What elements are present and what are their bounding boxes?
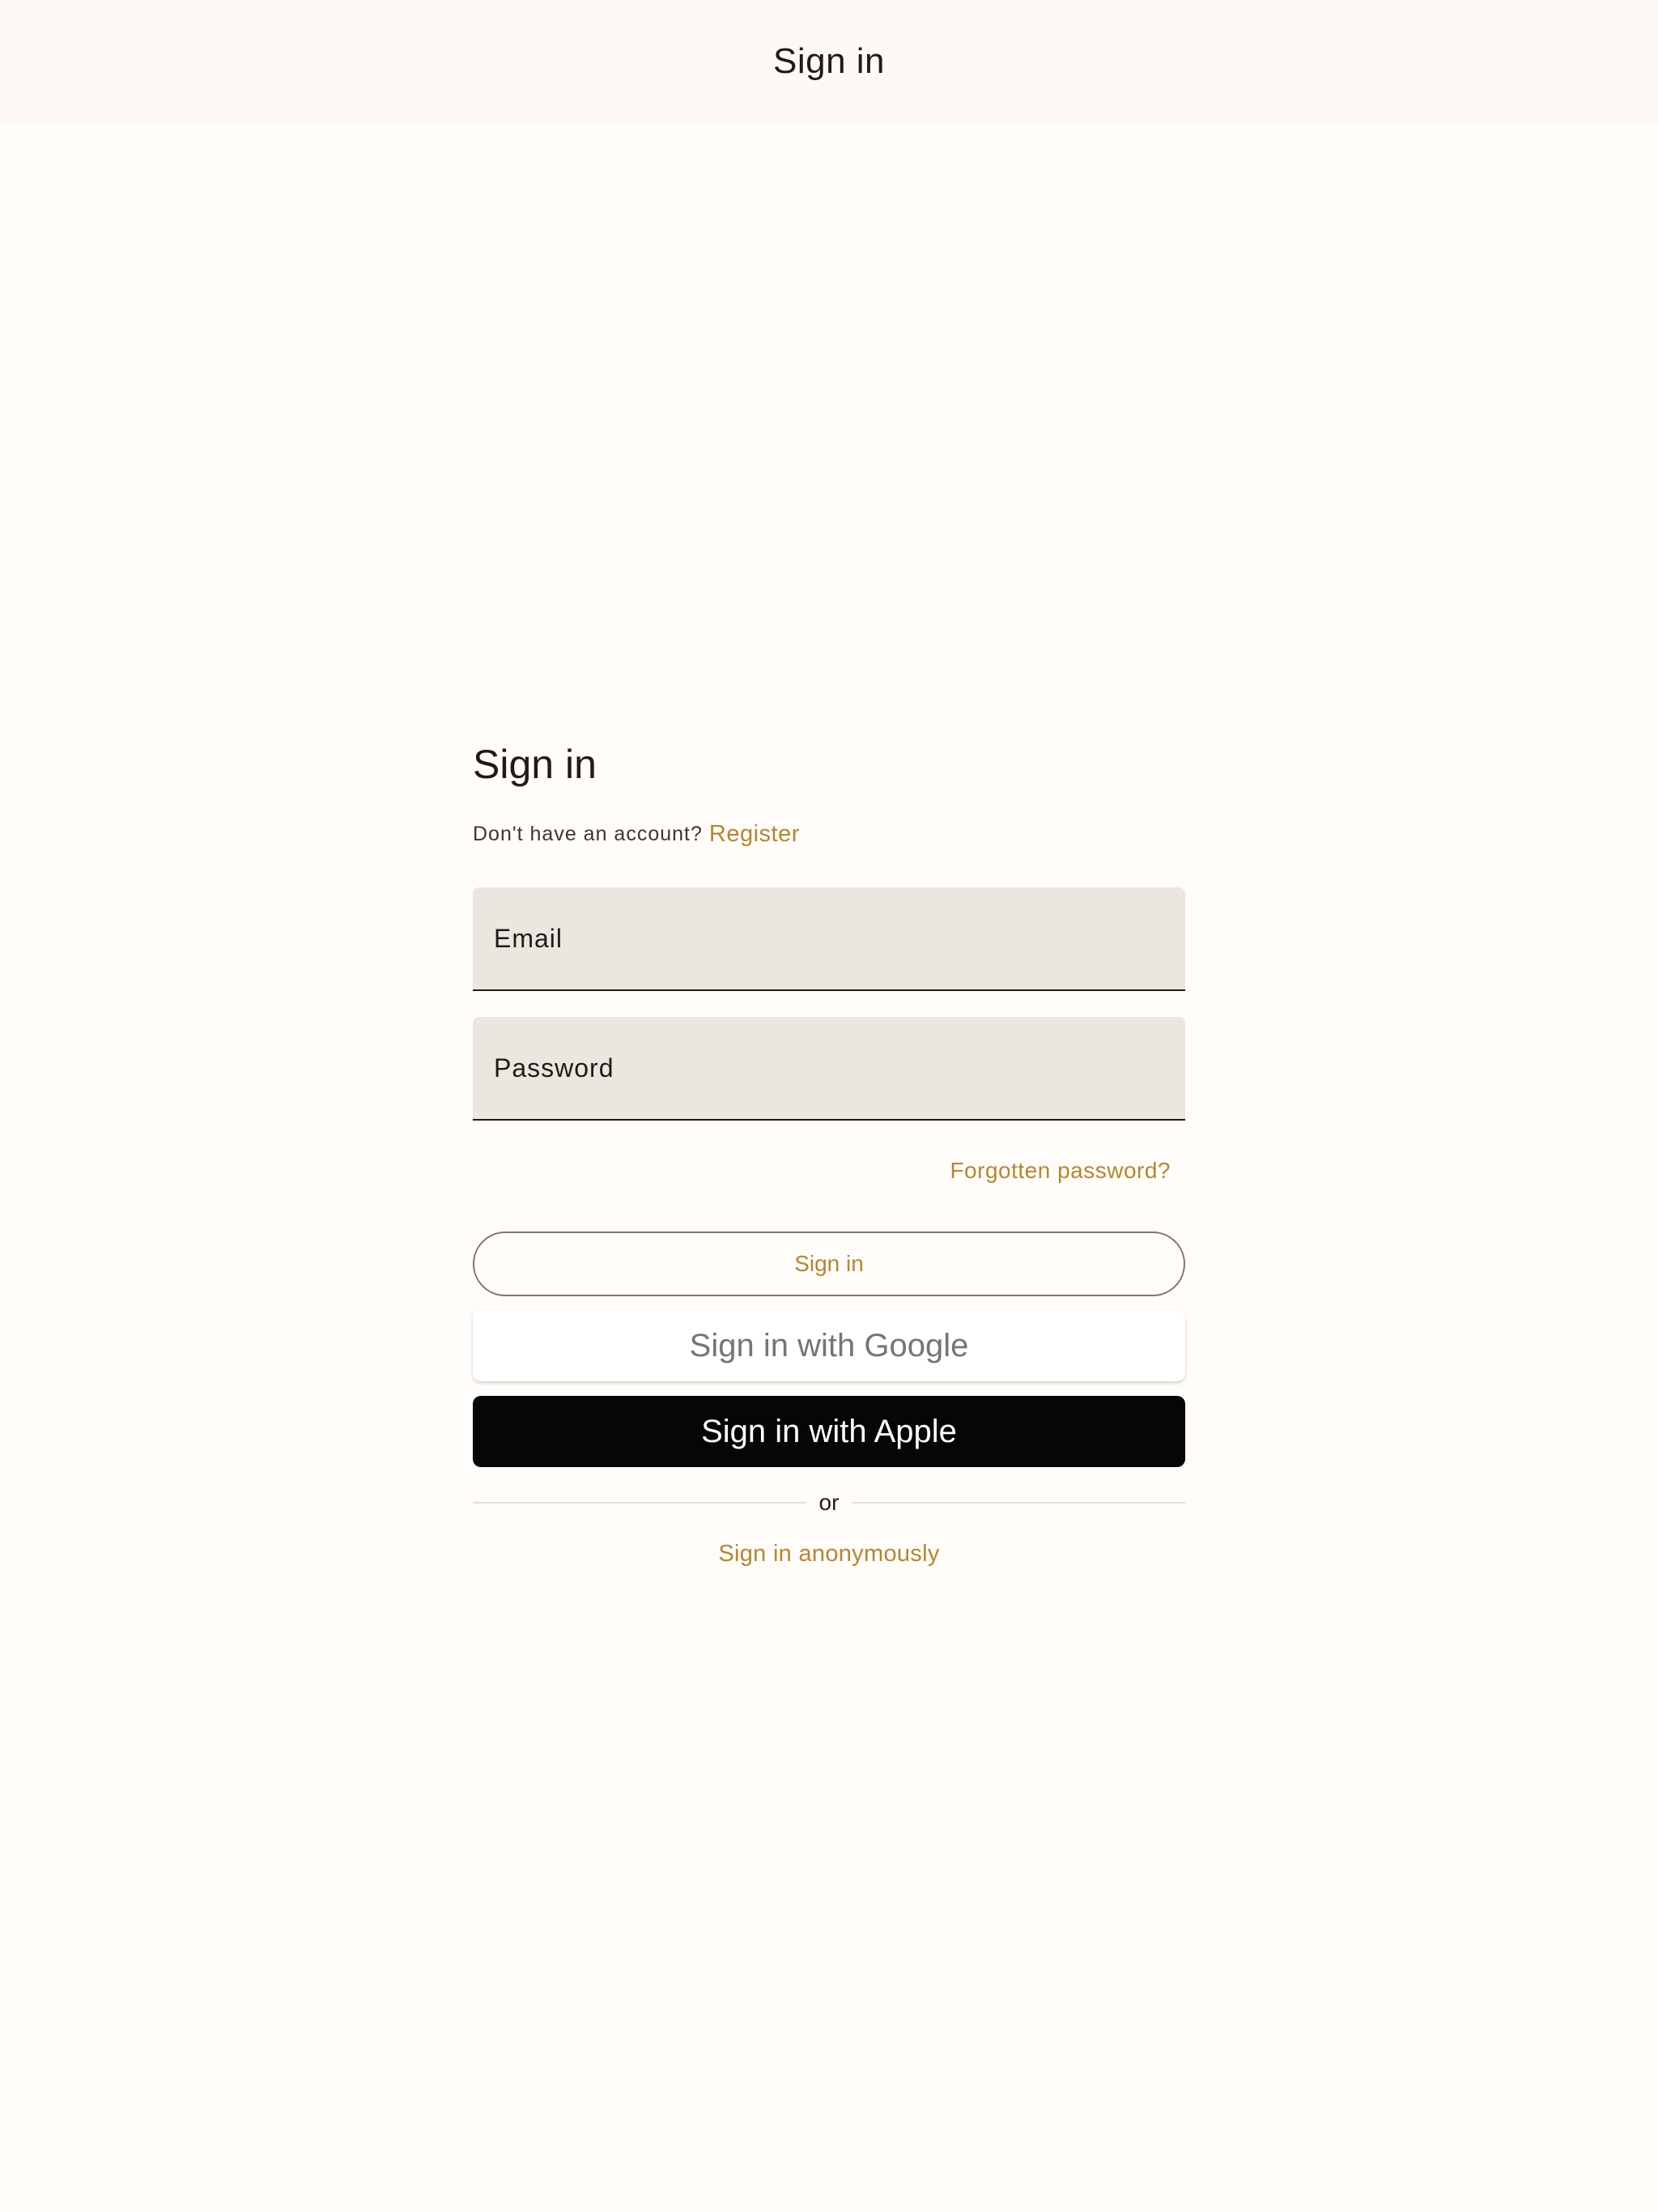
divider-text: or xyxy=(818,1490,840,1515)
sign-in-button[interactable]: Sign in xyxy=(473,1231,1185,1296)
app-bar: Sign in xyxy=(0,0,1658,123)
email-field[interactable] xyxy=(473,887,1185,991)
divider-line-right xyxy=(852,1502,1185,1504)
sign-in-anonymously-link[interactable]: Sign in anonymously xyxy=(473,1541,1185,1568)
register-link[interactable]: Register xyxy=(709,821,800,848)
form-title: Sign in xyxy=(473,742,597,787)
forgot-password-link[interactable]: Forgotten password? xyxy=(950,1158,1171,1184)
or-divider: or xyxy=(473,1487,1185,1519)
google-sign-in-button[interactable]: Sign in with Google xyxy=(473,1310,1185,1381)
apple-sign-in-button[interactable]: Sign in with Apple xyxy=(473,1396,1185,1467)
password-input[interactable] xyxy=(492,1052,1159,1084)
register-prompt: Don't have an account? xyxy=(473,822,703,845)
email-input[interactable] xyxy=(492,922,1159,955)
divider-line-left xyxy=(473,1502,806,1504)
password-field[interactable] xyxy=(473,1017,1185,1121)
app-bar-title: Sign in xyxy=(772,41,886,81)
register-row: Don't have an account? Register xyxy=(473,818,800,850)
